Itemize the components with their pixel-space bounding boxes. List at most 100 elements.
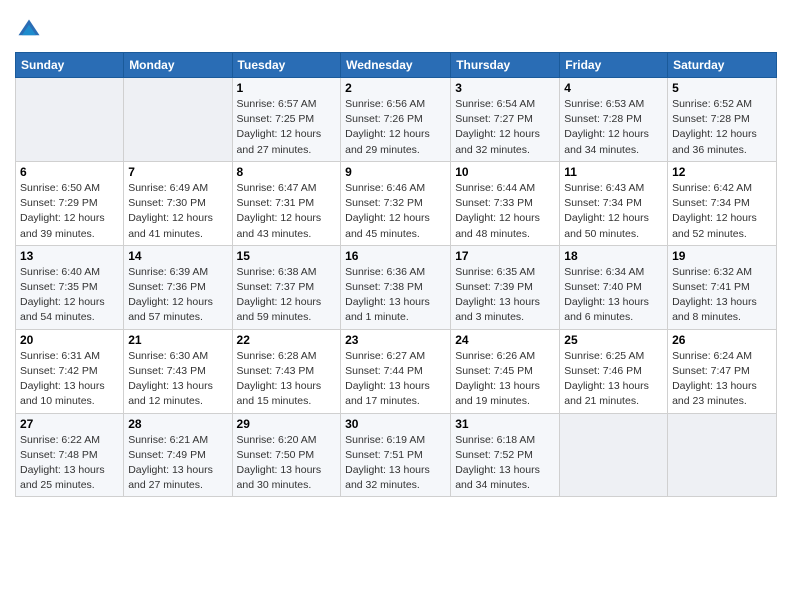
day-info: Sunrise: 6:44 AM Sunset: 7:33 PM Dayligh…	[455, 181, 555, 242]
day-info: Sunrise: 6:52 AM Sunset: 7:28 PM Dayligh…	[672, 97, 772, 158]
day-number: 10	[455, 165, 555, 179]
day-number: 21	[128, 333, 227, 347]
calendar-header-row: SundayMondayTuesdayWednesdayThursdayFrid…	[16, 53, 777, 78]
day-info: Sunrise: 6:22 AM Sunset: 7:48 PM Dayligh…	[20, 433, 119, 494]
calendar-weekday-friday: Friday	[560, 53, 668, 78]
day-number: 27	[20, 417, 119, 431]
calendar-week-row: 1 Sunrise: 6:57 AM Sunset: 7:25 PM Daylig…	[16, 78, 777, 162]
day-number: 23	[345, 333, 446, 347]
calendar-cell: 13 Sunrise: 6:40 AM Sunset: 7:35 PM Dayli…	[16, 245, 124, 329]
day-info: Sunrise: 6:25 AM Sunset: 7:46 PM Dayligh…	[564, 349, 663, 410]
calendar-cell: 17 Sunrise: 6:35 AM Sunset: 7:39 PM Dayli…	[451, 245, 560, 329]
day-info: Sunrise: 6:54 AM Sunset: 7:27 PM Dayligh…	[455, 97, 555, 158]
calendar-weekday-thursday: Thursday	[451, 53, 560, 78]
calendar-weekday-saturday: Saturday	[668, 53, 777, 78]
day-info: Sunrise: 6:21 AM Sunset: 7:49 PM Dayligh…	[128, 433, 227, 494]
day-info: Sunrise: 6:47 AM Sunset: 7:31 PM Dayligh…	[237, 181, 337, 242]
day-number: 6	[20, 165, 119, 179]
calendar-cell	[16, 78, 124, 162]
calendar-cell: 26 Sunrise: 6:24 AM Sunset: 7:47 PM Dayli…	[668, 329, 777, 413]
calendar-cell: 11Sunrise: 6:43 AM Sunset: 7:34 PM Dayli…	[560, 161, 668, 245]
calendar-cell	[124, 78, 232, 162]
day-info: Sunrise: 6:30 AM Sunset: 7:43 PM Dayligh…	[128, 349, 227, 410]
day-number: 30	[345, 417, 446, 431]
day-number: 25	[564, 333, 663, 347]
day-info: Sunrise: 6:19 AM Sunset: 7:51 PM Dayligh…	[345, 433, 446, 494]
day-info: Sunrise: 6:27 AM Sunset: 7:44 PM Dayligh…	[345, 349, 446, 410]
day-number: 29	[237, 417, 337, 431]
calendar-week-row: 27 Sunrise: 6:22 AM Sunset: 7:48 PM Dayli…	[16, 413, 777, 497]
calendar-cell: 23 Sunrise: 6:27 AM Sunset: 7:44 PM Dayli…	[341, 329, 451, 413]
calendar-cell: 29 Sunrise: 6:20 AM Sunset: 7:50 PM Dayli…	[232, 413, 341, 497]
calendar-cell: 7Sunrise: 6:49 AM Sunset: 7:30 PM Daylig…	[124, 161, 232, 245]
logo	[15, 16, 45, 44]
day-number: 22	[237, 333, 337, 347]
calendar-cell: 5Sunrise: 6:52 AM Sunset: 7:28 PM Daylig…	[668, 78, 777, 162]
calendar-week-row: 6 Sunrise: 6:50 AM Sunset: 7:29 PM Daylig…	[16, 161, 777, 245]
day-number: 15	[237, 249, 337, 263]
calendar-cell: 9 Sunrise: 6:46 AM Sunset: 7:32 PM Daylig…	[341, 161, 451, 245]
calendar-cell: 14 Sunrise: 6:39 AM Sunset: 7:36 PM Dayli…	[124, 245, 232, 329]
calendar-cell: 15 Sunrise: 6:38 AM Sunset: 7:37 PM Dayli…	[232, 245, 341, 329]
calendar-week-row: 20Sunrise: 6:31 AM Sunset: 7:42 PM Dayli…	[16, 329, 777, 413]
calendar-cell: 3 Sunrise: 6:54 AM Sunset: 7:27 PM Daylig…	[451, 78, 560, 162]
calendar-cell: 24 Sunrise: 6:26 AM Sunset: 7:45 PM Dayli…	[451, 329, 560, 413]
day-number: 4	[564, 81, 663, 95]
day-number: 16	[345, 249, 446, 263]
day-number: 24	[455, 333, 555, 347]
calendar-cell: 19Sunrise: 6:32 AM Sunset: 7:41 PM Dayli…	[668, 245, 777, 329]
day-number: 11	[564, 165, 663, 179]
day-info: Sunrise: 6:40 AM Sunset: 7:35 PM Dayligh…	[20, 265, 119, 326]
day-info: Sunrise: 6:50 AM Sunset: 7:29 PM Dayligh…	[20, 181, 119, 242]
day-number: 17	[455, 249, 555, 263]
calendar-cell: 2 Sunrise: 6:56 AM Sunset: 7:26 PM Daylig…	[341, 78, 451, 162]
calendar-cell: 18Sunrise: 6:34 AM Sunset: 7:40 PM Dayli…	[560, 245, 668, 329]
calendar-cell: 8 Sunrise: 6:47 AM Sunset: 7:31 PM Daylig…	[232, 161, 341, 245]
page: SundayMondayTuesdayWednesdayThursdayFrid…	[0, 0, 792, 612]
day-info: Sunrise: 6:38 AM Sunset: 7:37 PM Dayligh…	[237, 265, 337, 326]
day-info: Sunrise: 6:53 AM Sunset: 7:28 PM Dayligh…	[564, 97, 663, 158]
day-info: Sunrise: 6:26 AM Sunset: 7:45 PM Dayligh…	[455, 349, 555, 410]
day-number: 1	[237, 81, 337, 95]
day-number: 14	[128, 249, 227, 263]
header	[15, 10, 777, 44]
calendar-weekday-sunday: Sunday	[16, 53, 124, 78]
day-info: Sunrise: 6:57 AM Sunset: 7:25 PM Dayligh…	[237, 97, 337, 158]
day-info: Sunrise: 6:20 AM Sunset: 7:50 PM Dayligh…	[237, 433, 337, 494]
day-number: 3	[455, 81, 555, 95]
day-number: 2	[345, 81, 446, 95]
calendar-cell: 4 Sunrise: 6:53 AM Sunset: 7:28 PM Daylig…	[560, 78, 668, 162]
day-number: 7	[128, 165, 227, 179]
calendar-cell: 10 Sunrise: 6:44 AM Sunset: 7:33 PM Dayli…	[451, 161, 560, 245]
calendar-cell: 22 Sunrise: 6:28 AM Sunset: 7:43 PM Dayli…	[232, 329, 341, 413]
day-number: 28	[128, 417, 227, 431]
calendar-cell	[560, 413, 668, 497]
day-number: 9	[345, 165, 446, 179]
day-number: 13	[20, 249, 119, 263]
calendar-cell: 6 Sunrise: 6:50 AM Sunset: 7:29 PM Daylig…	[16, 161, 124, 245]
day-info: Sunrise: 6:39 AM Sunset: 7:36 PM Dayligh…	[128, 265, 227, 326]
day-info: Sunrise: 6:42 AM Sunset: 7:34 PM Dayligh…	[672, 181, 772, 242]
day-number: 18	[564, 249, 663, 263]
day-info: Sunrise: 6:24 AM Sunset: 7:47 PM Dayligh…	[672, 349, 772, 410]
day-info: Sunrise: 6:56 AM Sunset: 7:26 PM Dayligh…	[345, 97, 446, 158]
calendar-cell: 31Sunrise: 6:18 AM Sunset: 7:52 PM Dayli…	[451, 413, 560, 497]
calendar-cell: 1 Sunrise: 6:57 AM Sunset: 7:25 PM Daylig…	[232, 78, 341, 162]
calendar-cell	[668, 413, 777, 497]
calendar-weekday-monday: Monday	[124, 53, 232, 78]
day-number: 8	[237, 165, 337, 179]
calendar-cell: 25 Sunrise: 6:25 AM Sunset: 7:46 PM Dayli…	[560, 329, 668, 413]
day-info: Sunrise: 6:46 AM Sunset: 7:32 PM Dayligh…	[345, 181, 446, 242]
calendar-week-row: 13 Sunrise: 6:40 AM Sunset: 7:35 PM Dayli…	[16, 245, 777, 329]
calendar-cell: 28 Sunrise: 6:21 AM Sunset: 7:49 PM Dayli…	[124, 413, 232, 497]
day-number: 26	[672, 333, 772, 347]
day-number: 31	[455, 417, 555, 431]
day-info: Sunrise: 6:35 AM Sunset: 7:39 PM Dayligh…	[455, 265, 555, 326]
day-info: Sunrise: 6:36 AM Sunset: 7:38 PM Dayligh…	[345, 265, 446, 326]
day-number: 19	[672, 249, 772, 263]
calendar-cell: 21 Sunrise: 6:30 AM Sunset: 7:43 PM Dayli…	[124, 329, 232, 413]
day-number: 20	[20, 333, 119, 347]
day-info: Sunrise: 6:28 AM Sunset: 7:43 PM Dayligh…	[237, 349, 337, 410]
calendar-weekday-wednesday: Wednesday	[341, 53, 451, 78]
calendar-cell: 20Sunrise: 6:31 AM Sunset: 7:42 PM Dayli…	[16, 329, 124, 413]
